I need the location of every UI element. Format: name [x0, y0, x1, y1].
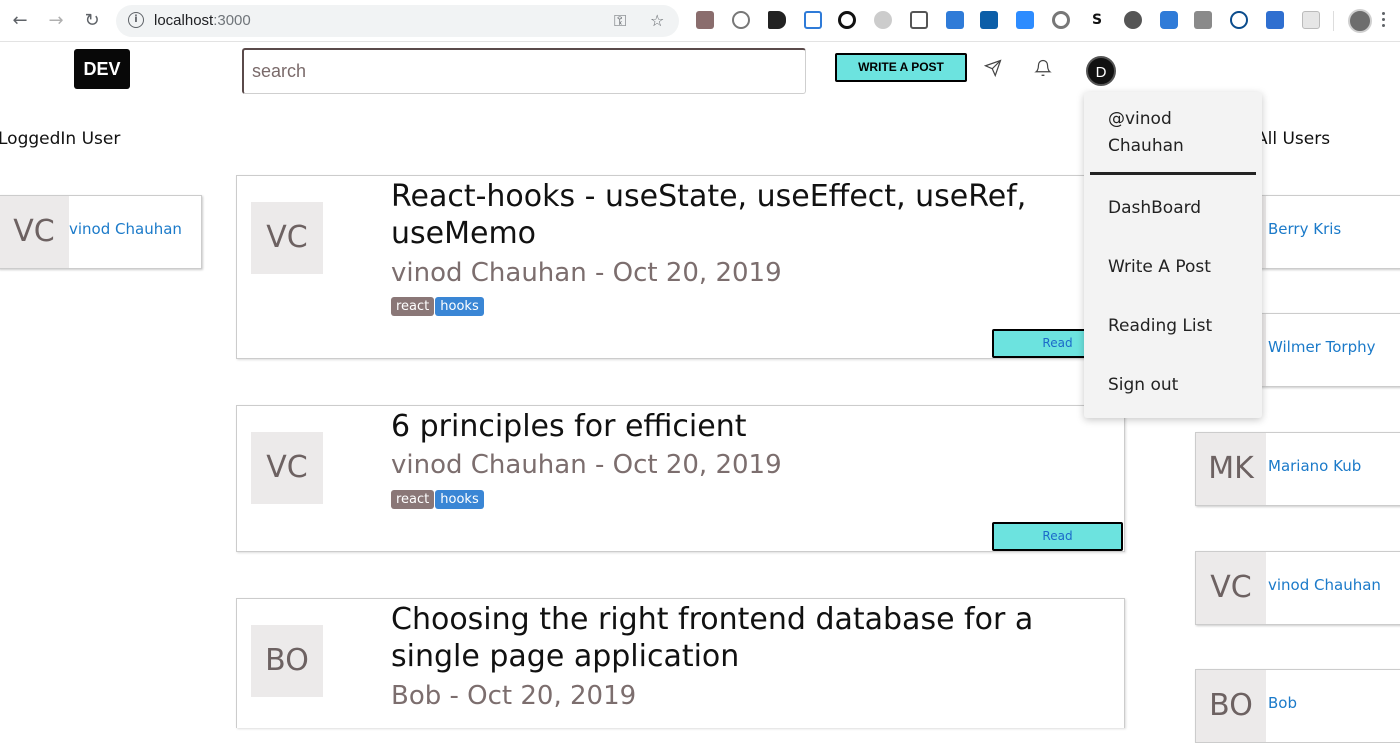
- avatar: VC: [251, 202, 323, 274]
- key-icon[interactable]: ⚿: [614, 11, 626, 31]
- user-card[interactable]: VC vinod Chauhan: [1195, 551, 1400, 625]
- post-meta: Bob - Oct 20, 2019: [391, 681, 637, 711]
- browser-profile-avatar[interactable]: [1348, 9, 1372, 33]
- zoom-icon[interactable]: [1016, 11, 1034, 29]
- user-name-link[interactable]: vinod Chauhan: [1268, 576, 1381, 594]
- megaphone-icon[interactable]: [768, 11, 786, 29]
- url-text: localhost:3000: [154, 12, 251, 29]
- extension-icon[interactable]: [838, 11, 856, 29]
- user-name-link[interactable]: Mariano Kub: [1268, 457, 1361, 475]
- user-name-link[interactable]: vinod Chauhan: [69, 220, 182, 238]
- post-card[interactable]: VC React-hooks - useState, useEffect, us…: [236, 175, 1125, 359]
- extension-icon[interactable]: [696, 11, 714, 29]
- loggedin-user-card[interactable]: VC vinod Chauhan: [0, 195, 202, 269]
- send-icon[interactable]: [983, 59, 1002, 81]
- tag-react[interactable]: react: [391, 297, 435, 316]
- avatar: MK: [1196, 433, 1266, 505]
- avatar: VC: [0, 196, 69, 268]
- extension-icon[interactable]: [946, 11, 964, 29]
- tag-hooks[interactable]: hooks: [435, 490, 484, 509]
- extension-icon[interactable]: [1124, 11, 1142, 29]
- bell-icon[interactable]: [1034, 59, 1052, 81]
- dashboard-menu-item[interactable]: DashBoard: [1108, 198, 1201, 218]
- tag-react[interactable]: react: [391, 490, 435, 509]
- sign-out-menu-item[interactable]: Sign out: [1108, 375, 1178, 395]
- dropdown-username[interactable]: @vinod Chauhan: [1108, 106, 1248, 160]
- address-bar[interactable]: i localhost:3000 ⚿ ☆: [116, 5, 679, 37]
- write-post-button[interactable]: WRITE A POST: [835, 53, 967, 82]
- help-icon[interactable]: [910, 11, 928, 29]
- browser-menu-icon[interactable]: [1382, 12, 1386, 30]
- app-header: DEV WRITE A POST D: [0, 43, 1400, 99]
- extension-icon[interactable]: [874, 11, 892, 29]
- extension-icon[interactable]: [1266, 11, 1284, 29]
- avatar: BO: [251, 625, 323, 697]
- user-name-link[interactable]: Wilmer Torphy: [1268, 338, 1375, 356]
- tag-list: react hooks: [391, 490, 484, 509]
- user-avatar[interactable]: D: [1086, 56, 1116, 86]
- post-title[interactable]: Choosing the right frontend database for…: [391, 601, 1061, 675]
- extension-icon[interactable]: [804, 11, 822, 29]
- extension-icon[interactable]: [1302, 11, 1320, 29]
- post-card[interactable]: VC 6 principles for efficient vinod Chau…: [236, 405, 1125, 552]
- user-card[interactable]: MK Mariano Kub: [1195, 432, 1400, 506]
- forward-icon[interactable]: →: [44, 9, 68, 33]
- toolbar-divider: [1333, 11, 1334, 31]
- puzzle-icon[interactable]: [1160, 11, 1178, 29]
- user-name-link[interactable]: Bob: [1268, 694, 1297, 712]
- user-card[interactable]: BO Bob: [1195, 669, 1400, 743]
- reload-icon[interactable]: ↻: [80, 9, 104, 33]
- loggedin-user-heading: LoggedIn User: [0, 129, 121, 149]
- tag-list: react hooks: [391, 297, 484, 316]
- avatar: VC: [1196, 552, 1266, 624]
- extension-icon[interactable]: S: [1088, 11, 1106, 29]
- user-name-link[interactable]: Berry Kris: [1268, 220, 1341, 238]
- tag-hooks[interactable]: hooks: [435, 297, 484, 316]
- dev-logo[interactable]: DEV: [74, 49, 130, 89]
- back-icon[interactable]: ←: [8, 9, 32, 33]
- browser-toolbar: ← → ↻ i localhost:3000 ⚿ ☆ S: [0, 0, 1400, 42]
- post-meta: vinod Chauhan - Oct 20, 2019: [391, 258, 782, 288]
- write-post-menu-item[interactable]: Write A Post: [1108, 257, 1211, 277]
- search-input[interactable]: [242, 48, 806, 94]
- read-button[interactable]: Read: [992, 522, 1123, 551]
- extension-icon[interactable]: [1052, 11, 1070, 29]
- extension-icon[interactable]: [1230, 11, 1248, 29]
- avatar: BO: [1196, 670, 1266, 742]
- info-icon[interactable]: i: [128, 12, 144, 28]
- extension-icon[interactable]: [980, 11, 998, 29]
- avatar: VC: [251, 432, 323, 504]
- post-title[interactable]: React-hooks - useState, useEffect, useRe…: [391, 178, 1061, 252]
- dropdown-divider: [1090, 172, 1256, 175]
- extension-icon[interactable]: [732, 11, 750, 29]
- post-title[interactable]: 6 principles for efficient: [391, 408, 1061, 445]
- extension-icon[interactable]: [1194, 11, 1212, 29]
- all-users-heading: All Users: [1256, 129, 1331, 149]
- post-meta: vinod Chauhan - Oct 20, 2019: [391, 450, 782, 480]
- reading-list-menu-item[interactable]: Reading List: [1108, 316, 1212, 336]
- user-dropdown-menu: @vinod Chauhan DashBoard Write A Post Re…: [1084, 92, 1262, 418]
- star-icon[interactable]: ☆: [650, 11, 664, 30]
- post-card[interactable]: BO Choosing the right frontend database …: [236, 598, 1125, 728]
